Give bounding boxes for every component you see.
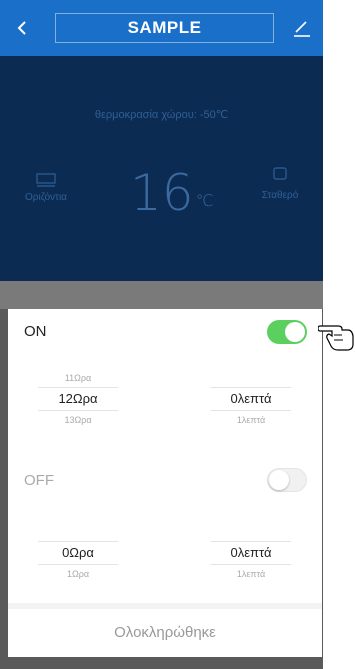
timer-on-row: ON	[8, 309, 322, 355]
toggle-knob	[285, 322, 305, 342]
picker-next: 1λεπτά	[236, 569, 266, 579]
toggle-knob	[269, 470, 289, 490]
picker-selected: 0λεπτά	[211, 387, 291, 411]
swing-mode[interactable]: Οριζόντια	[16, 172, 76, 203]
off-hour-picker[interactable]: 0Ωρα 1Ωρα	[38, 525, 118, 581]
app-screen: SAMPLE θερμοκρασία χώρου: -50℃ Οριζόντια…	[0, 0, 323, 669]
edit-icon	[294, 21, 310, 37]
swing-horizontal-icon	[36, 173, 56, 187]
edit-button[interactable]	[290, 16, 314, 40]
picker-prev	[211, 371, 291, 385]
timer-off-toggle[interactable]	[267, 468, 307, 492]
off-minute-picker[interactable]: 0λεπτά 1λεπτά	[211, 525, 291, 581]
picker-selected: 0λεπτά	[211, 541, 291, 565]
timer-sheet: ON 11Ωρα 12Ωρα 13Ωρα 0λεπτά 1λεπτά OFF 0…	[8, 309, 322, 657]
on-minute-picker[interactable]: 0λεπτά 1λεπτά	[211, 371, 291, 427]
timer-on-label: ON	[24, 323, 47, 340]
on-hour-picker[interactable]: 11Ωρα 12Ωρα 13Ωρα	[38, 371, 118, 427]
fan-mode-label: Σταθερό	[261, 190, 299, 201]
picker-selected: 12Ωρα	[38, 387, 118, 411]
room-temperature: θερμοκρασία χώρου: -50℃	[94, 109, 229, 121]
setpoint-value: 16	[130, 164, 194, 222]
picker-prev	[211, 525, 291, 539]
top-bar: SAMPLE	[0, 0, 323, 56]
page-title: SAMPLE	[55, 13, 274, 43]
setpoint-unit: ℃	[195, 191, 214, 210]
swing-mode-label: Οριζόντια	[25, 192, 67, 203]
pointing-hand-icon	[317, 318, 355, 356]
setpoint-temperature: 16 ℃	[130, 168, 214, 218]
status-panel: θερμοκρασία χώρου: -50℃ Οριζόντια 16 ℃ Στ…	[0, 56, 323, 281]
back-button[interactable]	[12, 17, 34, 39]
function-icon-row	[0, 281, 323, 309]
picker-selected: 0Ωρα	[38, 541, 118, 565]
fan-fixed-icon	[273, 167, 287, 180]
picker-prev: 11Ωρα	[64, 373, 92, 383]
timer-on-toggle[interactable]	[267, 320, 307, 344]
timer-off-label: OFF	[24, 472, 54, 489]
picker-next: 1λεπτά	[236, 415, 266, 425]
picker-next: 13Ωρα	[64, 415, 92, 425]
chevron-left-icon	[17, 21, 26, 35]
done-button[interactable]: Ολοκληρώθηκε	[8, 609, 322, 657]
picker-prev	[38, 525, 118, 539]
picker-next: 1Ωρα	[66, 569, 90, 579]
fan-mode[interactable]: Σταθερό	[250, 166, 310, 201]
